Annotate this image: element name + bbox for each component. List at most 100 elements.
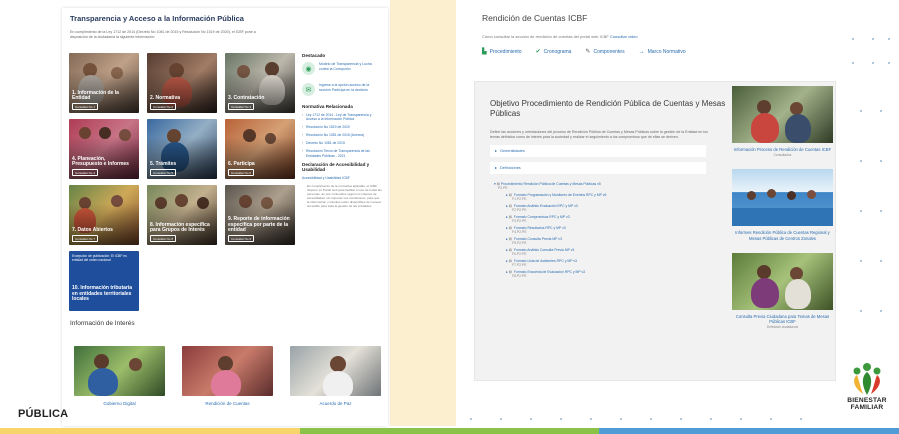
tile-button[interactable]: Consultar No 7 [72, 235, 99, 242]
normativa-link[interactable]: Resolución No 1519 de 2020 [302, 125, 382, 130]
decorative-dot [860, 260, 862, 262]
tile-button[interactable]: Consultar No 5 [150, 169, 177, 176]
accesibilidad-link[interactable]: Accesibilidad y Usabilidad ICBF [302, 176, 382, 180]
interes-card[interactable]: Gobierno Digital [74, 346, 165, 406]
tile-8[interactable]: 8. Información específica para Grupos de… [147, 185, 217, 245]
decorative-dot [470, 418, 472, 420]
tab-label: Marco Normativo [647, 48, 686, 55]
procedure-main: Objetivo Procedimiento de Rendición Públ… [490, 99, 726, 278]
tile-label: 5. Trámites [150, 161, 177, 168]
section-tabs: ▙ Procedimiento ✔ Cronograma ✎ Componentes … [482, 48, 828, 56]
tile-button[interactable]: Consultar No 6 [228, 169, 255, 176]
accordion-definiciones[interactable]: ▸ Definiciones [490, 161, 706, 174]
tab-cronograma[interactable]: ✔ Cronograma [535, 48, 572, 56]
bar-segment [599, 428, 899, 434]
document-icon: ▙ [482, 49, 487, 55]
tile-4[interactable]: 4. Planeación, Presupuesto e Informes Co… [69, 119, 139, 179]
interes-card[interactable]: Rendición de Cuentas [182, 346, 273, 406]
tile-button[interactable]: Consultar No 9 [228, 235, 255, 242]
normativa-link[interactable]: Resolución Tercio de Transparencia de la… [302, 149, 382, 158]
format-code: F3.P2.PE [512, 218, 527, 223]
tile-10[interactable]: Excepción de publicación: El ICBF es ent… [69, 251, 139, 311]
right-sidebar: Destacado ◉ Modelo de Transparencia y Lu… [302, 53, 382, 208]
normativa-link[interactable]: Ley 1712 de 2014 - Ley de Transparencia … [302, 113, 382, 122]
tile-2[interactable]: 2. Normativa Consultar No 2 [147, 53, 217, 113]
decorative-dot [880, 110, 882, 112]
accordion-generalidades[interactable]: ▸ Generalidades [490, 144, 706, 157]
destacado-text: Modelo de Transparencia y Lucha contra l… [319, 62, 372, 71]
tile-6[interactable]: 6. Participa Consultar No 6 [225, 119, 295, 179]
decorative-dot [530, 418, 532, 420]
decorative-dot [888, 38, 890, 40]
destacado-text: Ingrese a la opción acceso de la sección… [319, 83, 370, 92]
tile-label: 1. Información de la Entidad [72, 89, 119, 102]
interes-title: Información de Interés [70, 320, 135, 327]
side-card[interactable]: Informes Rendición Pública de Cuentas Re… [732, 169, 833, 241]
procedure-code: P2.PE [498, 185, 508, 190]
decorative-dot [770, 418, 772, 420]
interes-cards: Gobierno Digital Rendición de Cuentas Ac… [74, 346, 381, 406]
interes-card[interactable]: Acuerdo de Paz [290, 346, 381, 406]
format-code: F8.P2.PE [512, 273, 527, 278]
procedure-root-label: Procedimiento Rendición Pública de Cuent… [500, 181, 601, 186]
tile-button[interactable]: Consultar No 4 [72, 169, 99, 176]
bottom-color-bar [0, 428, 899, 434]
decorative-dot [620, 418, 622, 420]
decorative-dot [860, 110, 862, 112]
normativa-link[interactable]: Resolución No 1081 de 2015 (Anexos) [302, 133, 382, 138]
tile-button[interactable]: Consultar No 1 [72, 103, 99, 110]
tab-marco-normativo[interactable]: → Marco Normativo [639, 48, 686, 55]
video-link[interactable]: Consultar video [610, 34, 638, 39]
tile-button[interactable]: Consultar No 2 [150, 103, 177, 110]
side-card[interactable]: Consulta Previa Ciudadana para Temas de … [732, 252, 833, 330]
page-title: Transparencia y Acceso a la Información … [70, 14, 244, 23]
logo-line-2: FAMILIAR [850, 403, 884, 411]
check-icon: ✔ [535, 49, 541, 55]
tile-button[interactable]: Consultar No 8 [150, 235, 177, 242]
side-card-title: Consulta Previa Ciudadana para Temas de … [735, 313, 830, 324]
decorative-dot [800, 418, 802, 420]
side-card-meta: Consultados [773, 153, 792, 158]
tile-1[interactable]: 1. Información de la Entidad Consultar N… [69, 53, 139, 113]
chat-icon: ✉ [302, 83, 315, 96]
interes-label: Acuerdo de Paz [319, 401, 352, 406]
normativa-link[interactable]: Decreto No 1081 de 2015 [302, 141, 382, 146]
tile-label: 6. Participa [228, 161, 255, 168]
tab-componentes[interactable]: ✎ Componentes [585, 48, 624, 56]
format-code: F6.P2.PE [512, 251, 527, 256]
tile-button[interactable]: Consultar No 3 [228, 103, 255, 110]
tile-3[interactable]: 3. Contratación Consultar No 3 [225, 53, 295, 113]
tile-label: 4. Planeación, Presupuesto e Informes [72, 155, 129, 168]
declaracion-title: Declaración de Accesibilidad y Usabilida… [302, 161, 370, 172]
tab-label: Cronograma [543, 48, 572, 55]
destacado-item[interactable]: ◉ Modelo de Transparencia y Lucha contra… [302, 62, 382, 75]
format-code: F5.P2.PE [512, 240, 527, 245]
tile-5[interactable]: 5. Trámites Consultar No 5 [147, 119, 217, 179]
accordion-label: Definiciones [500, 165, 521, 170]
page-subtitle: Cómo consultar la sección de rendición d… [482, 34, 828, 39]
destacado-item[interactable]: ✉ Ingrese a la opción acceso de la secci… [302, 83, 382, 96]
background-band [390, 0, 456, 426]
family-logo-icon [853, 363, 881, 395]
decorative-dot [880, 260, 882, 262]
normativa-title: Normativa Relacionada [302, 104, 353, 109]
tile-7[interactable]: 7. Datos Abiertos Consultar No 7 [69, 185, 139, 245]
objective-description: Definir las acciones y orientaciones del… [490, 130, 708, 140]
decorative-dot [500, 418, 502, 420]
decorative-dot [680, 418, 682, 420]
decorative-dot [650, 418, 652, 420]
side-card-meta: Definición ciudadanos [766, 325, 799, 330]
decorative-dot [860, 310, 862, 312]
tab-procedimiento[interactable]: ▙ Procedimiento [482, 48, 522, 56]
side-card-title: Información Proceso de Rendición de Cuen… [733, 147, 832, 152]
subtitle-text: Cómo consultar la sección de rendición d… [482, 34, 609, 39]
side-card[interactable]: Información Proceso de Rendición de Cuen… [732, 86, 833, 157]
decorative-dot [860, 210, 862, 212]
destacado-title: Destacado [302, 53, 326, 58]
transparency-page-screenshot: Transparencia y Acceso a la Información … [62, 8, 388, 426]
decorative-dot [872, 62, 874, 64]
tile-9[interactable]: 9. Reporte de información específica por… [225, 185, 295, 245]
bar-segment [0, 428, 300, 434]
tile-label: 10. Información tributaria en entidades … [72, 284, 133, 303]
pencil-icon: ✎ [585, 49, 591, 55]
